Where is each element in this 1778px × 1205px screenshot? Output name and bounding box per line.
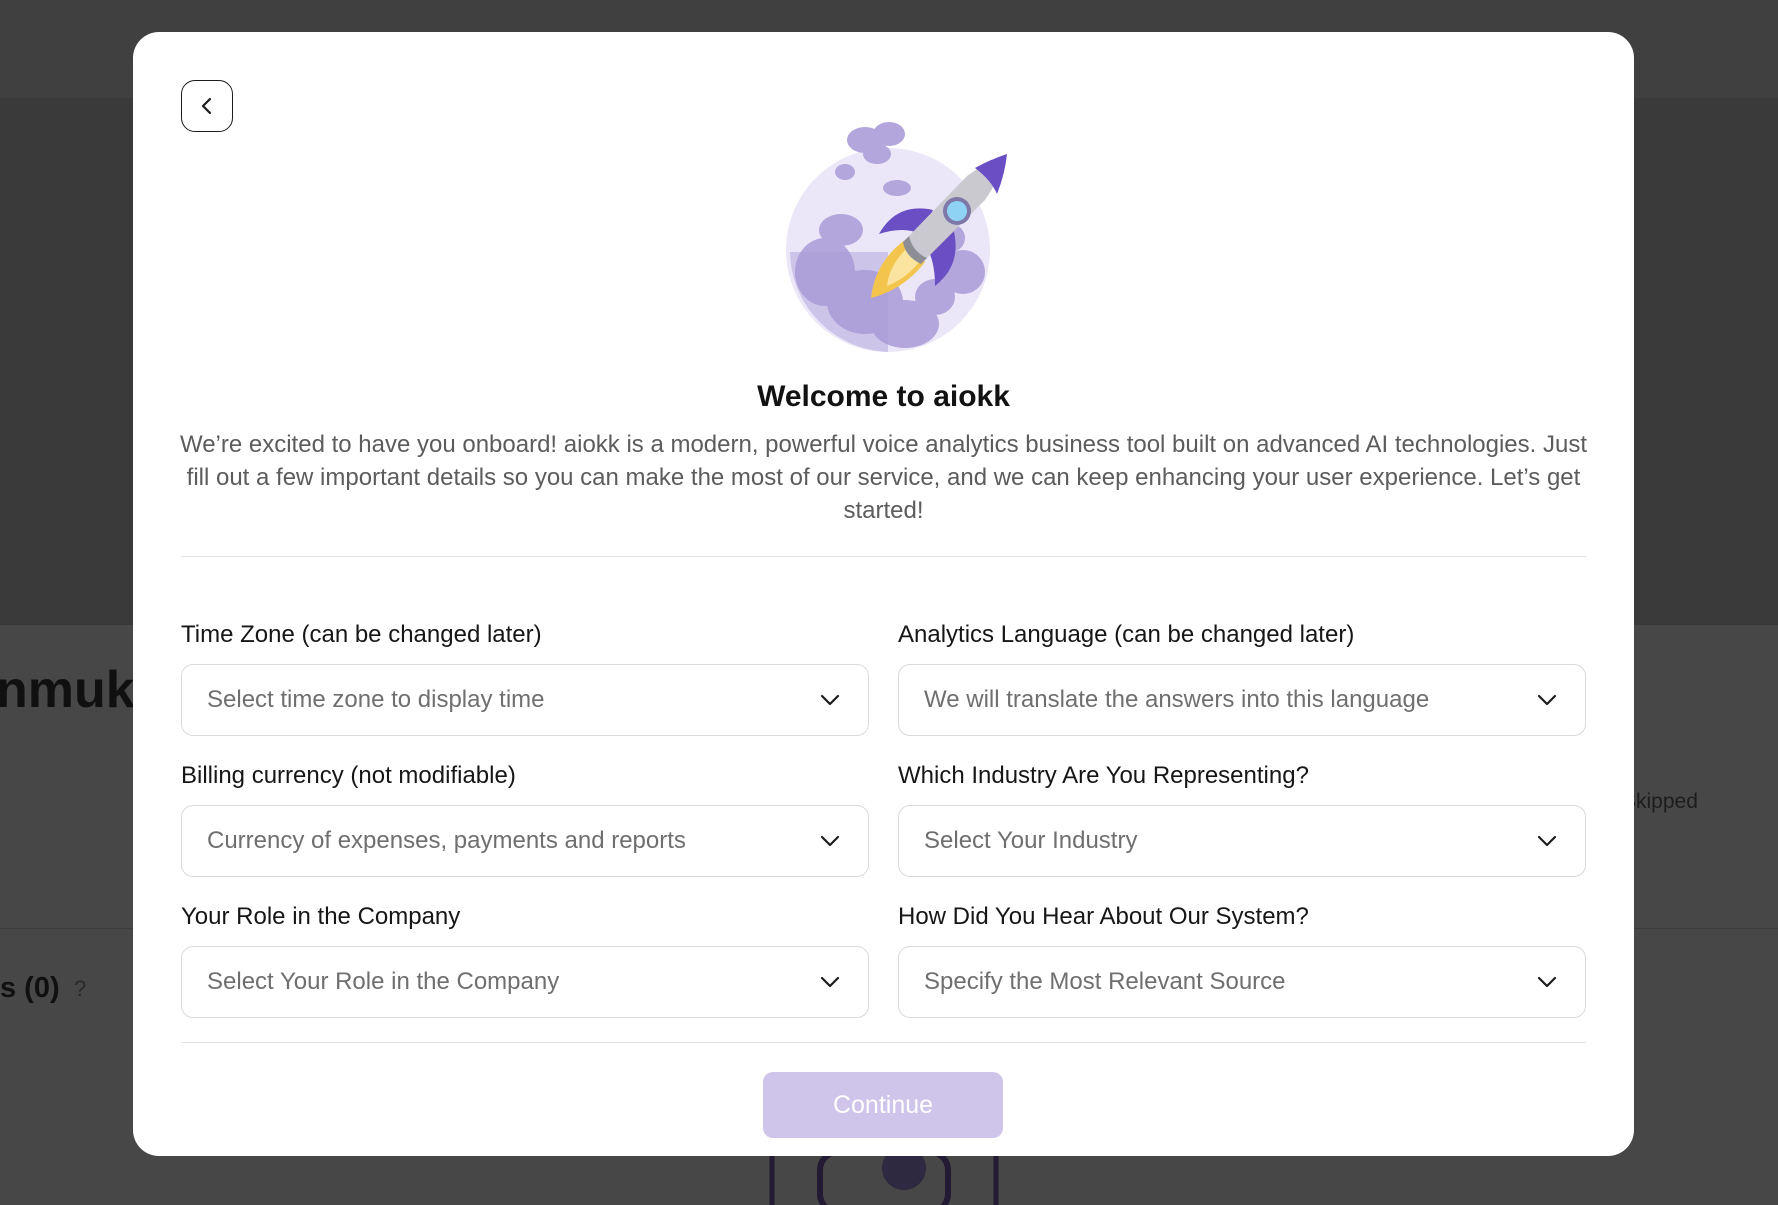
chevron-down-icon bbox=[1537, 694, 1557, 706]
help-icon: ? bbox=[74, 976, 87, 1001]
source-select[interactable]: Specify the Most Relevant Source bbox=[898, 946, 1586, 1018]
rocket-illustration bbox=[786, 122, 1007, 352]
back-button[interactable] bbox=[181, 80, 233, 132]
industry-select[interactable]: Select Your Industry bbox=[898, 805, 1586, 877]
billing-currency-placeholder: Currency of expenses, payments and repor… bbox=[207, 827, 686, 854]
divider bbox=[181, 556, 1586, 557]
background-page-title: nmuki bbox=[0, 661, 150, 719]
source-field: How Did You Hear About Our System? Speci… bbox=[898, 900, 1586, 1018]
time-zone-field: Time Zone (can be changed later) Select … bbox=[181, 618, 869, 736]
industry-placeholder: Select Your Industry bbox=[924, 827, 1138, 854]
time-zone-placeholder: Select time zone to display time bbox=[207, 686, 545, 713]
role-field: Your Role in the Company Select Your Rol… bbox=[181, 900, 869, 1018]
modal-intro-text: We’re excited to have you onboard! aiokk… bbox=[179, 431, 1588, 524]
background-section-title: s (0) bbox=[0, 972, 60, 1004]
industry-field: Which Industry Are You Representing? Sel… bbox=[898, 759, 1586, 877]
modal-title: Welcome to aiokk bbox=[757, 380, 1010, 413]
chevron-down-icon bbox=[1537, 976, 1557, 988]
time-zone-select[interactable]: Select time zone to display time bbox=[181, 664, 869, 736]
billing-currency-label: Billing currency (not modifiable) bbox=[181, 762, 516, 789]
background-illustration bbox=[769, 1150, 999, 1205]
source-placeholder: Specify the Most Relevant Source bbox=[924, 968, 1286, 995]
role-select[interactable]: Select Your Role in the Company bbox=[181, 946, 869, 1018]
time-zone-label: Time Zone (can be changed later) bbox=[181, 621, 542, 648]
source-label: How Did You Hear About Our System? bbox=[898, 903, 1309, 930]
chevron-down-icon bbox=[1537, 835, 1557, 847]
chevron-down-icon bbox=[820, 976, 840, 988]
billing-currency-field: Billing currency (not modifiable) Curren… bbox=[181, 759, 869, 877]
chevron-left-icon bbox=[201, 97, 212, 115]
onboarding-modal: Welcome to aiokk We’re excited to have y… bbox=[133, 32, 1634, 1156]
industry-label: Which Industry Are You Representing? bbox=[898, 762, 1309, 789]
role-label: Your Role in the Company bbox=[181, 903, 461, 930]
analytics-language-select[interactable]: We will translate the answers into this … bbox=[898, 664, 1586, 736]
continue-button[interactable]: Continue bbox=[763, 1072, 1003, 1138]
chevron-down-icon bbox=[820, 694, 840, 706]
role-placeholder: Select Your Role in the Company bbox=[207, 968, 560, 995]
analytics-language-field: Analytics Language (can be changed later… bbox=[898, 618, 1586, 736]
chevron-down-icon bbox=[820, 835, 840, 847]
divider bbox=[181, 1042, 1586, 1043]
billing-currency-select[interactable]: Currency of expenses, payments and repor… bbox=[181, 805, 869, 877]
analytics-language-label: Analytics Language (can be changed later… bbox=[898, 621, 1355, 648]
analytics-language-placeholder: We will translate the answers into this … bbox=[924, 686, 1430, 713]
